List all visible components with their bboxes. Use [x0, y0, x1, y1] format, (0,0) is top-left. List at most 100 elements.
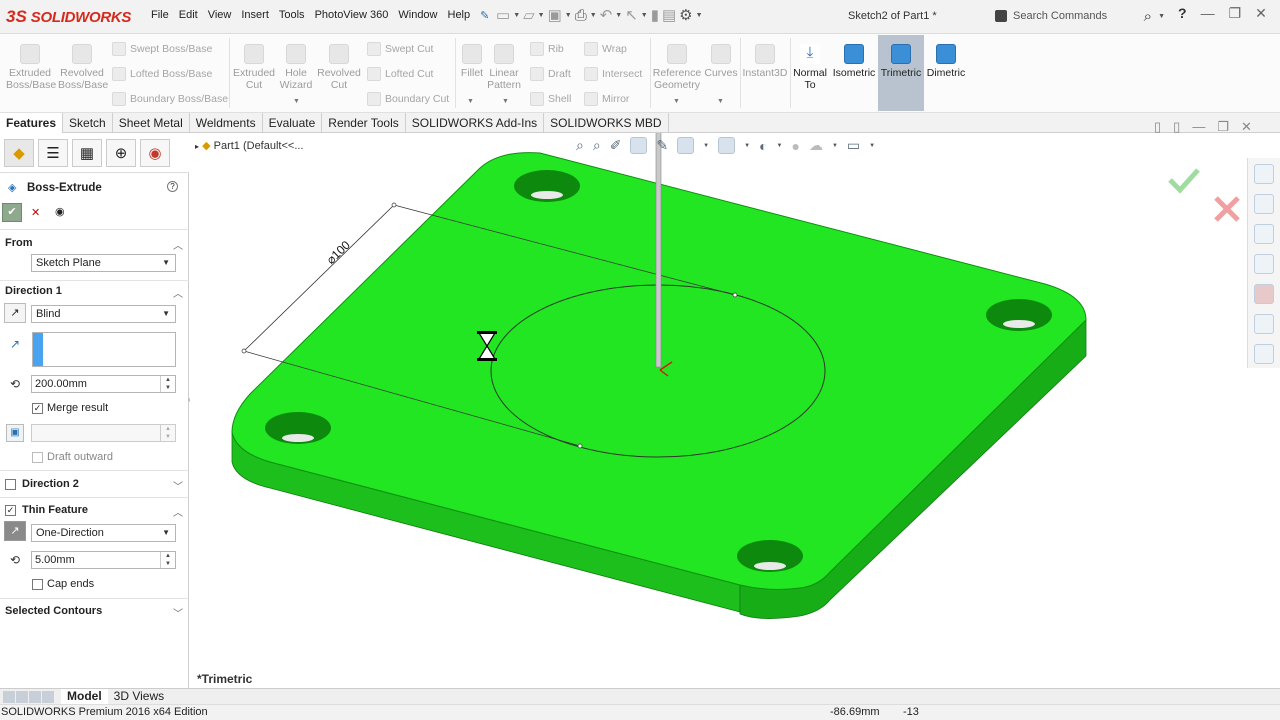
chevron-down-icon[interactable]: ▼: [538, 12, 545, 19]
display-style-icon[interactable]: [718, 137, 736, 154]
isometric-button[interactable]: Isometric: [831, 44, 877, 79]
chevron-down-icon[interactable]: ▼: [513, 12, 520, 19]
chevron-down-icon[interactable]: ▼: [641, 12, 648, 19]
configuration-manager-icon[interactable]: ▦: [72, 138, 102, 167]
tab-sketch[interactable]: Sketch: [63, 113, 113, 133]
direction-vector-field[interactable]: [32, 332, 176, 367]
undo-icon[interactable]: ↶: [600, 6, 613, 24]
hole-wizard-button[interactable]: Hole Wizard: [276, 44, 316, 91]
tab-render-tools[interactable]: Render Tools: [322, 113, 406, 133]
custom-properties-icon[interactable]: [1254, 314, 1274, 334]
chevron-down-icon[interactable]: ▼: [615, 12, 622, 19]
checkbox-icon[interactable]: [5, 478, 16, 490]
menu-photoview[interactable]: PhotoView 360: [310, 9, 394, 22]
options-gear-icon[interactable]: ⚙: [679, 6, 692, 24]
help-icon[interactable]: ?: [167, 181, 178, 192]
tab-model[interactable]: Model: [61, 689, 108, 704]
expand-arrow-icon[interactable]: ▸: [195, 142, 199, 151]
open-icon[interactable]: ▱: [523, 6, 535, 24]
viewport-restore-icon[interactable]: ❐: [1217, 119, 1229, 135]
chevron-down-icon[interactable]: ▼: [590, 12, 597, 19]
help-icon[interactable]: ?: [1178, 5, 1187, 22]
extruded-boss-button[interactable]: Extruded Boss/Base: [6, 44, 56, 91]
draft-angle-input[interactable]: ▲ ▼: [31, 424, 176, 442]
spinner-icon[interactable]: ▲ ▼: [160, 552, 175, 568]
chevron-down-icon[interactable]: ▼: [696, 12, 703, 19]
view-orientation-icon[interactable]: [677, 137, 695, 154]
feature-manager-icon[interactable]: ◆: [4, 138, 34, 167]
menu-insert[interactable]: Insert: [236, 9, 274, 22]
menu-edit[interactable]: Edit: [174, 9, 203, 22]
tab-features[interactable]: Features: [0, 113, 64, 133]
swept-boss-button[interactable]: Swept Boss/Base: [112, 42, 212, 56]
instant3d-button[interactable]: Instant3D: [742, 44, 788, 79]
checkbox-checked-icon[interactable]: ✓: [5, 504, 16, 516]
pin-icon[interactable]: ✎: [475, 9, 494, 22]
save-icon[interactable]: ▣: [548, 6, 562, 24]
expand-chevron-icon[interactable]: ﹀: [173, 605, 183, 620]
dimxpert-icon[interactable]: ⊕: [106, 138, 136, 167]
collapse-chevron-icon[interactable]: ︿: [173, 237, 183, 252]
close-icon[interactable]: ✕: [1255, 5, 1267, 22]
chevron-down-icon[interactable]: ▼: [744, 143, 750, 149]
wrap-button[interactable]: Wrap: [584, 42, 627, 56]
normal-to-button[interactable]: ⤓ Normal To: [792, 44, 828, 91]
menu-window[interactable]: Window: [393, 9, 442, 22]
checkbox-icon[interactable]: [32, 451, 43, 463]
chevron-down-icon[interactable]: ▼: [717, 98, 724, 105]
design-library-icon[interactable]: [1254, 194, 1274, 214]
checkbox-icon[interactable]: [32, 578, 43, 590]
ok-button[interactable]: ✔: [2, 203, 22, 222]
search-icon[interactable]: ⌕: [1144, 8, 1152, 25]
cap-ends-checkbox[interactable]: Cap ends: [32, 578, 182, 590]
search-mode-icon[interactable]: [995, 10, 1007, 22]
dynamic-annotation-icon[interactable]: ✎: [656, 137, 668, 154]
print-icon[interactable]: ⎙: [575, 7, 587, 24]
checkbox-checked-icon[interactable]: ✓: [32, 402, 43, 414]
spinner-icon[interactable]: ▲ ▼: [160, 376, 175, 392]
chevron-down-icon[interactable]: ▼: [565, 12, 572, 19]
tile-right-icon[interactable]: ▯: [1173, 119, 1180, 135]
minimize-icon[interactable]: —: [1201, 5, 1215, 22]
depth-input[interactable]: 200.00mm ▲ ▼: [31, 375, 176, 393]
zoom-to-fit-icon[interactable]: ⌕: [576, 137, 584, 154]
file-properties-icon[interactable]: ▤: [662, 6, 676, 24]
lofted-boss-button[interactable]: Lofted Boss/Base: [112, 67, 212, 81]
draft-toggle-icon[interactable]: ▣: [6, 424, 24, 442]
search-input[interactable]: Search Commands: [1013, 10, 1138, 22]
appearances-icon[interactable]: [1254, 284, 1274, 304]
thin-type-select[interactable]: One-Direction ▼: [31, 524, 176, 542]
tile-left-icon[interactable]: ▯: [1154, 119, 1161, 135]
from-select[interactable]: Sketch Plane ▼: [31, 254, 176, 272]
tab-evaluate[interactable]: Evaluate: [263, 113, 323, 133]
rebuild-icon[interactable]: ▮: [651, 6, 659, 24]
chevron-down-icon[interactable]: ▼: [1158, 13, 1165, 20]
property-manager-icon[interactable]: ☰: [38, 138, 68, 167]
trimetric-button[interactable]: Trimetric: [878, 35, 924, 111]
tab-addins[interactable]: SOLIDWORKS Add-Ins: [406, 113, 545, 133]
cancel-button[interactable]: ✕: [31, 206, 40, 219]
chevron-down-icon[interactable]: ▼: [777, 143, 783, 149]
confirm-ok-icon[interactable]: [1168, 168, 1200, 194]
zoom-to-area-icon[interactable]: ⌕: [593, 137, 601, 154]
chevron-down-icon[interactable]: ▼: [869, 143, 875, 149]
draft-button[interactable]: Draft: [530, 67, 571, 81]
linear-pattern-button[interactable]: Linear Pattern: [486, 44, 522, 91]
chevron-down-icon[interactable]: ▼: [502, 98, 509, 105]
confirm-cancel-icon[interactable]: [1214, 196, 1240, 222]
select-icon[interactable]: ↖: [625, 6, 638, 24]
edit-appearance-icon[interactable]: ●: [791, 138, 799, 154]
mirror-button[interactable]: Mirror: [584, 92, 629, 106]
boundary-cut-button[interactable]: Boundary Cut: [367, 92, 449, 106]
swept-cut-button[interactable]: Swept Cut: [367, 42, 433, 56]
collapse-chevron-icon[interactable]: ︿: [173, 285, 183, 300]
thin-feature-section[interactable]: ✓ Thin Feature ︿: [0, 504, 189, 519]
reverse-direction-icon[interactable]: ↗: [4, 303, 26, 323]
menu-tools[interactable]: Tools: [274, 9, 310, 22]
restore-icon[interactable]: ❐: [1229, 5, 1242, 22]
chevron-down-icon[interactable]: ▼: [832, 143, 838, 149]
tab-scroll-arrows[interactable]: [3, 690, 58, 703]
search-commands[interactable]: Search Commands ⌕ ▼: [990, 5, 1165, 27]
curves-button[interactable]: Curves: [704, 44, 738, 79]
rib-button[interactable]: Rib: [530, 42, 564, 56]
